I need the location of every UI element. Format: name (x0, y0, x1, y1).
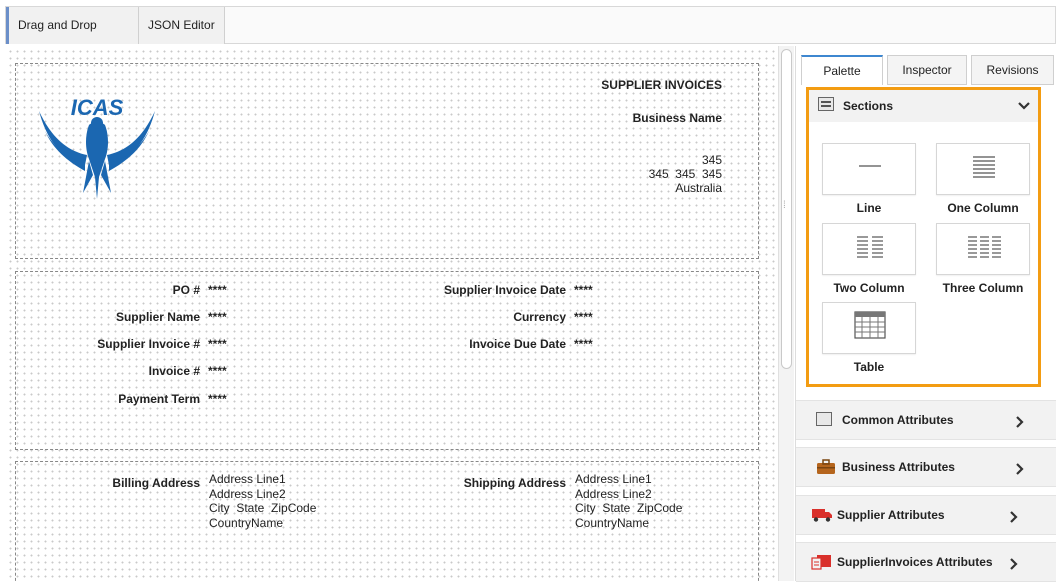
field-value: **** (574, 310, 593, 324)
tile-label: One Column (947, 201, 1019, 215)
field-value: **** (208, 283, 227, 297)
accordion-business-attributes[interactable]: Business Attributes (796, 447, 1056, 487)
accordion-title: Business Attributes (842, 460, 955, 474)
chevron-down-icon (1018, 102, 1030, 110)
accordion-title: Supplier Attributes (837, 508, 945, 522)
truck-icon (812, 509, 832, 522)
address-line: 345 345 345 (648, 167, 722, 181)
address-line: Address Line2 (575, 486, 652, 501)
field-label: Payment Term (118, 392, 200, 406)
layout-icon (818, 97, 834, 111)
tab-inspector[interactable]: Inspector (887, 55, 967, 85)
right-panel: Palette Inspector Revisions Sections Lin… (795, 46, 1056, 582)
tile-label: Two Column (833, 281, 905, 295)
sections-header[interactable]: Sections (809, 90, 1038, 122)
tab-drag-and-drop-editor[interactable]: Drag and Drop Editor (6, 7, 139, 68)
tile-two-column[interactable] (822, 223, 916, 275)
address-line: CountryName (575, 515, 650, 530)
chevron-right-icon (1016, 463, 1024, 475)
business-address: 345 345 345 345 Australia (649, 153, 722, 195)
field-label: Invoice # (148, 364, 200, 378)
address-line: CountryName (209, 515, 284, 530)
sections-title: Sections (843, 99, 894, 113)
tile-label: Three Column (942, 281, 1024, 295)
tab-json-editor[interactable]: JSON Editor (139, 7, 225, 44)
accordion-common-attributes[interactable]: Common Attributes (796, 400, 1056, 440)
design-canvas[interactable]: ICAS SUPPLIER INVOICES Business Name 345… (5, 46, 777, 581)
report-title: SUPPLIER INVOICES (601, 78, 722, 92)
tile-label: Line (856, 201, 882, 215)
field-value: **** (208, 310, 227, 324)
address-line: Address Line1 (209, 472, 286, 486)
billing-address: Address Line1 Address Line2 City State Z… (209, 472, 316, 530)
address-line: Address Line1 (575, 472, 652, 486)
field-value: **** (208, 364, 227, 378)
layout-icon (816, 412, 832, 426)
address-line: Australia (675, 181, 722, 195)
canvas-scrollbar[interactable] (778, 46, 794, 581)
three-column-icon (968, 236, 1001, 258)
tile-table[interactable] (822, 302, 916, 354)
accordion-supplierinvoices-attributes[interactable]: SupplierInvoices Attributes (796, 542, 1056, 582)
field-label: Currency (513, 310, 566, 324)
accordion-title: SupplierInvoices Attributes (837, 555, 993, 569)
address-line: City State ZipCode (209, 501, 317, 515)
line-icon (859, 165, 881, 167)
business-name: Business Name (632, 111, 722, 125)
tile-line[interactable] (822, 143, 916, 195)
header-section[interactable]: ICAS SUPPLIER INVOICES Business Name 345… (15, 63, 759, 259)
one-column-icon (973, 156, 995, 178)
company-logo: ICAS (39, 95, 155, 199)
tile-three-column[interactable] (936, 223, 1030, 275)
field-label: Invoice Due Date (469, 337, 566, 351)
field-label: Supplier Invoice # (97, 337, 200, 351)
sections-palette: Sections Line One Column Two Column Thre… (806, 87, 1041, 387)
field-label: Supplier Name (115, 310, 200, 324)
field-label: PO # (172, 283, 200, 297)
svg-text:ICAS: ICAS (71, 95, 124, 120)
address-line: City State ZipCode (575, 501, 683, 515)
field-value: **** (574, 283, 593, 297)
chevron-right-icon (1010, 558, 1018, 570)
tab-palette[interactable]: Palette (801, 55, 883, 85)
panel-resize-handle[interactable]: ⁞ (783, 200, 786, 211)
accordion-supplier-attributes[interactable]: Supplier Attributes (796, 495, 1056, 535)
two-column-icon (857, 236, 883, 258)
address-line: 345 (701, 153, 722, 167)
editor-tab-bar: Drag and Drop Editor JSON Editor (5, 6, 1056, 68)
invoice-icon (811, 555, 831, 570)
field-value: **** (208, 392, 227, 406)
chevron-right-icon (1016, 416, 1024, 428)
billing-address-label: Billing Address (112, 476, 200, 490)
accordion-title: Common Attributes (842, 413, 954, 427)
address-section[interactable]: Billing Address Address Line1 Address Li… (15, 461, 759, 581)
tile-label: Table (853, 360, 885, 374)
tab-revisions[interactable]: Revisions (971, 55, 1054, 85)
field-label: Supplier Invoice Date (443, 283, 566, 297)
shipping-address-label: Shipping Address (463, 476, 566, 490)
briefcase-icon (817, 459, 835, 474)
field-value: **** (208, 337, 227, 351)
field-value: **** (574, 337, 593, 351)
invoice-details-section[interactable]: PO # **** Supplier Name **** Supplier In… (15, 271, 759, 450)
address-line: Address Line2 (209, 486, 286, 501)
tile-one-column[interactable] (936, 143, 1030, 195)
table-icon (854, 311, 886, 339)
chevron-right-icon (1010, 511, 1018, 523)
shipping-address: Address Line1 Address Line2 City State Z… (575, 472, 682, 530)
